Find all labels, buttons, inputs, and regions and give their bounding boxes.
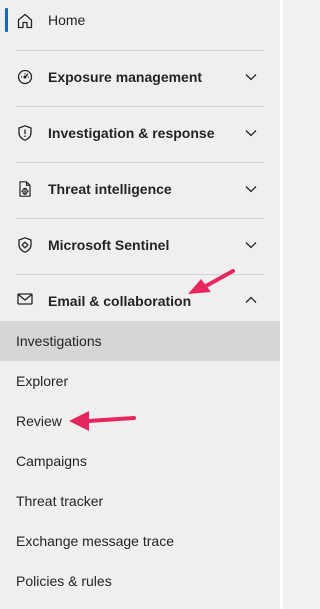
nav-subitem-label: Explorer xyxy=(16,373,69,389)
nav-section-email-collaboration[interactable]: Email & collaboration xyxy=(0,274,280,320)
nav-section-label: Exposure management xyxy=(48,69,203,85)
document-bug-icon xyxy=(16,180,34,198)
nav-subitem-explorer[interactable]: Explorer xyxy=(0,361,280,401)
nav-subitem-threat-tracker[interactable]: Threat tracker xyxy=(0,481,280,521)
nav-item-home[interactable]: Home xyxy=(0,0,280,42)
shield-gear-icon xyxy=(16,236,34,254)
nav-subitem-label: Investigations xyxy=(16,333,102,349)
nav-subitem-label: Campaigns xyxy=(16,453,87,469)
nav-section-threat-intelligence[interactable]: Threat intelligence xyxy=(0,162,280,218)
nav-section-microsoft-sentinel[interactable]: Microsoft Sentinel xyxy=(0,218,280,274)
nav-subitem-exchange-message-trace[interactable]: Exchange message trace xyxy=(0,521,280,561)
gauge-icon xyxy=(16,68,34,86)
nav-section-investigation-response[interactable]: Investigation & response xyxy=(0,106,280,162)
selected-indicator xyxy=(5,8,8,32)
nav-subitem-label: Policies & rules xyxy=(16,573,112,589)
nav-section-label: Email & collaboration xyxy=(48,293,192,309)
chevron-down-icon xyxy=(245,242,257,249)
chevron-up-icon xyxy=(245,296,257,303)
nav-subitem-label: Exchange message trace xyxy=(16,533,174,549)
nav-subitem-campaigns[interactable]: Campaigns xyxy=(0,441,280,481)
nav-item-home-label: Home xyxy=(48,12,86,28)
nav-section-label: Microsoft Sentinel xyxy=(48,237,170,253)
nav-section-label: Investigation & response xyxy=(48,125,215,141)
nav-subitem-investigations[interactable]: Investigations xyxy=(0,321,280,361)
chevron-down-icon xyxy=(245,130,257,137)
nav-subitem-review[interactable]: Review xyxy=(0,401,280,441)
nav-section-label: Threat intelligence xyxy=(48,181,172,197)
chevron-down-icon xyxy=(245,186,257,193)
chevron-down-icon xyxy=(245,74,257,81)
nav-subitem-label: Threat tracker xyxy=(16,493,104,509)
mail-icon xyxy=(16,290,34,308)
left-navigation-pane: Home Exposure management Investigation &… xyxy=(0,0,280,609)
nav-subitem-policies-rules[interactable]: Policies & rules xyxy=(0,561,280,601)
pane-edge xyxy=(280,0,283,609)
nav-subitem-label: Review xyxy=(16,413,62,429)
home-icon xyxy=(16,12,34,30)
shield-alert-icon xyxy=(16,124,34,142)
nav-section-exposure-management[interactable]: Exposure management xyxy=(0,50,280,106)
